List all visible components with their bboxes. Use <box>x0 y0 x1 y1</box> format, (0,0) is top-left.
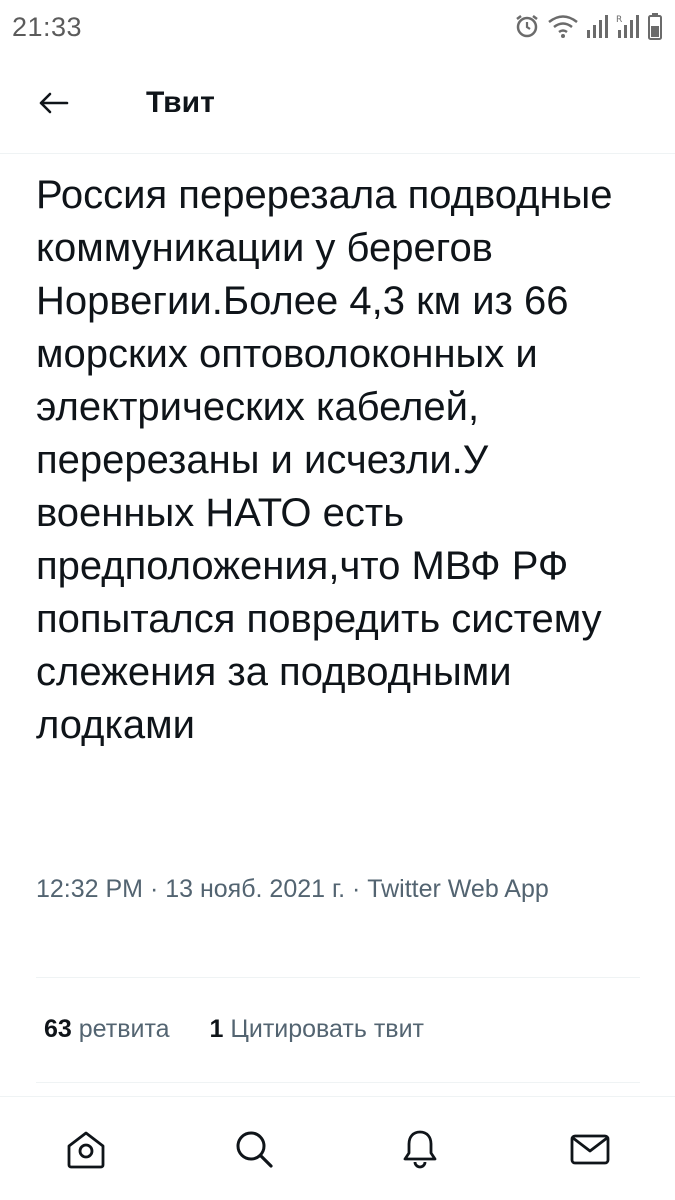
status-time: 21:33 <box>12 12 83 42</box>
retweets-label: ретвита <box>78 1015 170 1043</box>
home-icon <box>64 1127 108 1176</box>
nav-home[interactable] <box>62 1127 110 1175</box>
alarm-icon <box>513 12 541 40</box>
header-divider <box>0 153 675 154</box>
status-icons: R <box>513 12 663 40</box>
page-title: Твит <box>146 86 215 119</box>
retweets-stat[interactable]: 63 ретвита <box>44 1015 170 1044</box>
signal-roaming-icon: R <box>615 12 641 40</box>
messages-envelope-icon <box>568 1127 612 1176</box>
arrow-left-icon <box>37 91 69 120</box>
bottom-nav <box>0 1096 675 1200</box>
status-bar: 21:33 R <box>0 0 675 56</box>
quotes-count: 1 <box>209 1015 224 1043</box>
tweet-detail: Россия перерезала подводные коммуникации… <box>0 155 675 1100</box>
quotes-stat[interactable]: 1 Цитировать твит <box>210 1015 424 1044</box>
battery-icon <box>647 12 663 40</box>
svg-text:R: R <box>616 15 622 25</box>
quotes-label: Цитировать твит <box>230 1015 424 1043</box>
nav-notifications[interactable] <box>396 1127 444 1175</box>
nav-search[interactable] <box>230 1127 278 1175</box>
notifications-bell-icon <box>398 1127 442 1176</box>
wifi-icon <box>547 12 579 40</box>
retweets-count: 63 <box>44 1015 72 1043</box>
app-header: Твит <box>0 68 675 154</box>
back-button[interactable] <box>30 82 76 128</box>
tweet-stats: 63 ретвита 1 Цитировать твит <box>44 1015 424 1044</box>
divider <box>36 1082 640 1083</box>
nav-messages[interactable] <box>566 1127 614 1175</box>
tweet-text: Россия перерезала подводные коммуникации… <box>36 173 613 747</box>
divider <box>36 977 640 978</box>
search-icon <box>232 1127 276 1176</box>
signal-icon <box>585 12 609 40</box>
tweet-timestamp[interactable]: 12:32 PM · 13 нояб. 2021 г. · Twitter We… <box>36 871 626 907</box>
